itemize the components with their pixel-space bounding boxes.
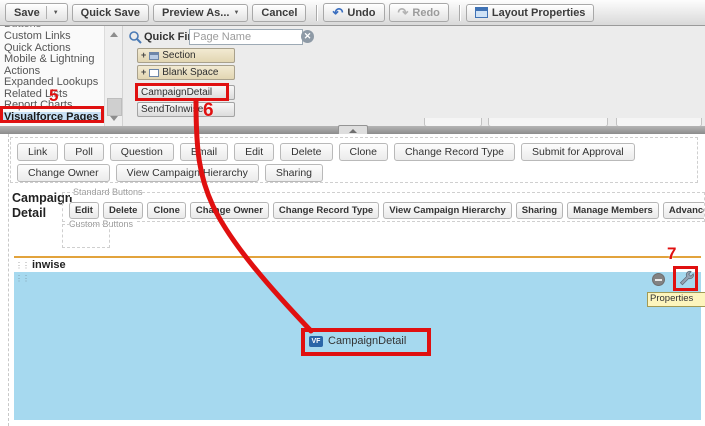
search-icon	[129, 31, 142, 44]
palette-item-label: Blank Space	[162, 67, 219, 78]
preview-as-label: Preview As...	[161, 6, 230, 19]
page-layout-editor: Save ▼ Quick Save Preview As... ▼ Cancel…	[0, 0, 705, 426]
grip-icon: ⋮⋮	[15, 274, 30, 283]
plus-icon: +	[141, 50, 147, 60]
palette-item-label: Section	[162, 50, 196, 61]
layout-action-button[interactable]: Change Owner	[17, 164, 110, 182]
layout-action-button[interactable]: Change Record Type	[393, 143, 516, 161]
divider	[316, 4, 318, 21]
layout-properties-label: Layout Properties	[491, 6, 586, 19]
layout-action-button[interactable]: Clone	[338, 143, 388, 161]
quick-find-input[interactable]	[189, 29, 303, 45]
standard-button[interactable]: Edit	[69, 202, 99, 219]
palette-item-blank-space[interactable]: + Blank Space	[137, 65, 235, 80]
standard-button[interactable]: View Campaign Hierarchy	[383, 202, 512, 219]
redo-button[interactable]: ↷ Redo	[388, 3, 449, 22]
standard-button[interactable]: Sharing	[515, 202, 564, 219]
floating-buttons-row-1: Link Poll Question Email Edit Delete Clone Chan…	[17, 142, 641, 161]
section-icon	[149, 51, 160, 60]
floating-buttons-row-2: Change Owner View Campaign Hierarchy Shari…	[17, 163, 329, 182]
sidebar-item-mobile-lightning-actions[interactable]: Mobile & Lightning Actions	[0, 53, 104, 77]
canvas-left-border	[8, 134, 9, 426]
undo-button[interactable]: ↶ Undo	[323, 3, 385, 22]
vf-component-campaigndetail[interactable]: VF CampaignDetail	[309, 335, 406, 347]
layout-properties-button[interactable]: Layout Properties	[465, 3, 595, 22]
inwise-section-title: inwise	[32, 259, 66, 271]
palette-item-campaigndetail[interactable]: CampaignDetail	[137, 85, 235, 100]
palette-item-section[interactable]: + Section	[137, 48, 235, 63]
scroll-up-icon[interactable]	[110, 32, 118, 37]
divider	[45, 6, 47, 19]
sidebar-item-custom-links[interactable]: Custom Links	[0, 30, 104, 43]
layout-action-button[interactable]: Question	[109, 143, 174, 161]
save-label: Save	[14, 6, 40, 19]
palette-category-list: Buttons Custom Links Quick Actions Mobil…	[0, 26, 104, 126]
standard-button[interactable]: Delete	[102, 202, 144, 219]
redo-icon: ↷	[397, 5, 409, 20]
chevron-down-icon: ▼	[52, 9, 59, 16]
standard-buttons-row: Edit Delete Clone Change Owner Change Record…	[69, 200, 704, 219]
scroll-thumb[interactable]	[107, 98, 122, 116]
layout-action-button[interactable]: Sharing	[264, 164, 324, 182]
palette-item-label: SendToInwise	[141, 104, 204, 115]
layout-action-button[interactable]: Edit	[234, 143, 275, 161]
properties-tooltip: Properties	[647, 292, 705, 307]
layout-action-button[interactable]: Delete	[280, 143, 333, 161]
remove-section-icon[interactable]	[652, 273, 665, 286]
layout-action-button[interactable]: Submit for Approval	[521, 143, 635, 161]
custom-buttons-container	[62, 224, 110, 248]
standard-buttons-container: Edit Delete Clone Change Owner Change Record…	[62, 192, 705, 222]
preview-as-button[interactable]: Preview As... ▼	[152, 3, 249, 22]
quick-save-button[interactable]: Quick Save	[71, 3, 149, 22]
toolbar: Save ▼ Quick Save Preview As... ▼ Cancel…	[0, 0, 705, 26]
standard-button[interactable]: Change Record Type	[272, 202, 380, 219]
standard-button[interactable]: Clone	[147, 202, 186, 219]
scroll-down-icon[interactable]	[110, 116, 118, 121]
redo-label: Redo	[412, 6, 440, 19]
palette-item-label: CampaignDetail	[141, 87, 213, 98]
undo-label: Undo	[347, 6, 376, 19]
layout-action-button[interactable]: Poll	[64, 143, 104, 161]
layout-action-button[interactable]: View Campaign Hierarchy	[115, 164, 259, 182]
sidebar-item-expanded-lookups[interactable]: Expanded Lookups	[0, 76, 104, 89]
plus-icon: +	[141, 67, 147, 77]
undo-icon: ↶	[332, 5, 344, 20]
chevron-down-icon: ▼	[233, 9, 240, 16]
actions-buttons-container: Link Poll Question Email Edit Delete Clone Chan…	[10, 137, 698, 183]
palette-item-sendtoinwise[interactable]: SendToInwise	[137, 102, 235, 117]
wrench-properties-icon[interactable]	[677, 270, 694, 287]
collapse-icon	[349, 128, 357, 133]
layout-action-button[interactable]: Email	[179, 143, 229, 161]
save-button[interactable]: Save ▼	[5, 3, 68, 22]
inwise-section-header[interactable]: ⋮⋮ inwise	[14, 258, 701, 272]
sidebar-item-visualforce-pages[interactable]: Visualforce Pages	[0, 111, 104, 123]
blank-space-icon	[149, 68, 160, 77]
divider	[458, 4, 460, 21]
grip-icon: ⋮⋮	[15, 260, 30, 270]
clear-icon[interactable]: ✕	[301, 30, 314, 43]
layout-action-button[interactable]: Link	[17, 143, 59, 161]
sidebar-item-report-charts[interactable]: Report Charts	[0, 99, 104, 112]
standard-button[interactable]: Manage Members	[567, 202, 659, 219]
standard-button[interactable]: Change Owner	[189, 202, 269, 219]
standard-button[interactable]: Advanced Setup	[662, 202, 704, 219]
cancel-button[interactable]: Cancel	[252, 3, 307, 22]
vf-component-label: CampaignDetail	[328, 335, 407, 347]
visualforce-badge-icon: VF	[309, 335, 323, 347]
sidebar-scrollbar[interactable]	[104, 26, 122, 126]
layout-properties-icon	[474, 7, 488, 18]
